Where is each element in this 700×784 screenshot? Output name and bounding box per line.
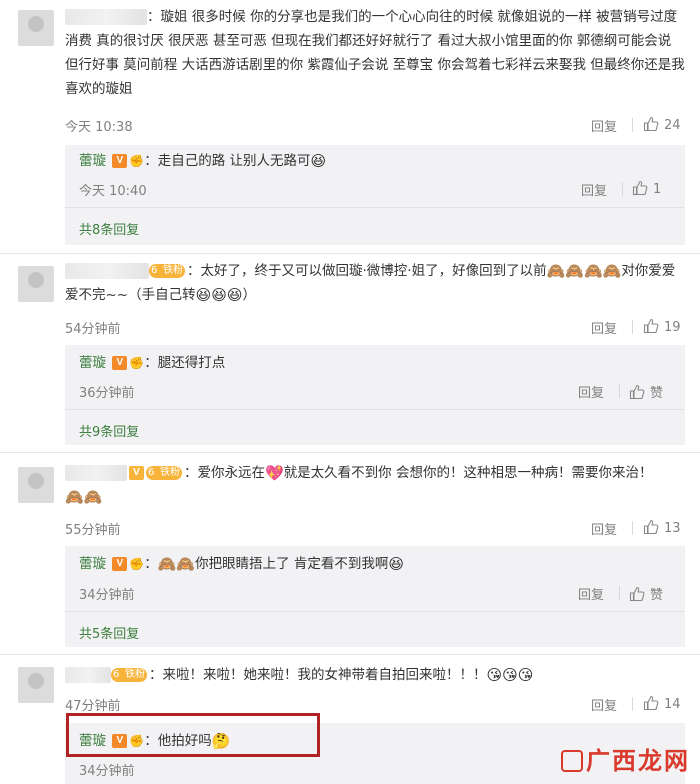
grinning-emoji: 😆 (310, 152, 327, 170)
reply-line: 蕾璇 V ✊：走自己的路 让别人无路可😆 (79, 152, 327, 170)
like-button[interactable]: 24 (643, 116, 681, 133)
thumbs-up-icon (643, 519, 659, 535)
reply-button[interactable]: 回复 (578, 382, 604, 401)
fist-icon: ✊ (129, 154, 145, 168)
grinning-emoji: 😆 (388, 555, 405, 573)
blurred-username[interactable] (65, 465, 127, 481)
reply-time: 36分钟前 (79, 386, 135, 401)
fan-badge: 铁粉 (146, 466, 182, 480)
like-button[interactable]: 赞 (629, 584, 663, 603)
divider (619, 586, 620, 600)
watermark: 广西龙网 (561, 741, 690, 776)
comment-time: 47分钟前 (65, 699, 121, 714)
heart-emoji: 💖 (265, 464, 284, 482)
blurred-username[interactable] (65, 9, 147, 25)
comment-text: 铁粉：太好了，终于又可以做回璇·微博控·姐了，好像回到了以前🙈🙈🙈🙈对你爱爱爱不… (65, 259, 685, 307)
reply-button[interactable]: 回复 (581, 180, 607, 199)
avatar[interactable] (18, 667, 54, 703)
shy-emoji: 🙈🙈🙈🙈 (546, 262, 622, 280)
reply-button[interactable]: 回复 (591, 519, 617, 538)
reply-time: 今天 10:40 (79, 184, 147, 199)
divider (632, 521, 633, 535)
divider (0, 452, 700, 453)
divider (632, 320, 633, 334)
divider (65, 207, 685, 208)
avatar[interactable] (18, 10, 54, 46)
watermark-logo-icon (561, 750, 583, 772)
divider (632, 697, 633, 711)
verified-badge: V (112, 356, 128, 370)
divider (632, 118, 633, 132)
fist-icon: ✊ (129, 356, 145, 370)
reply-time: 34分钟前 (79, 764, 135, 779)
blurred-username[interactable] (65, 667, 111, 683)
divider (0, 654, 700, 655)
verified-badge: V (112, 557, 128, 571)
reply-username[interactable]: 蕾璇 (79, 556, 106, 572)
more-replies-link[interactable]: 共9条回复 (79, 421, 139, 440)
comment-time: 今天 10:38 (65, 120, 133, 135)
reply-button[interactable]: 回复 (591, 116, 617, 135)
thumbs-up-icon (643, 116, 659, 132)
divider (619, 384, 620, 398)
reply-box: 蕾璇 V ✊：走自己的路 让别人无路可😆 今天 10:40 回复 1 共8条回复 (65, 145, 685, 245)
blurred-username[interactable] (65, 263, 149, 279)
avatar[interactable] (18, 467, 54, 503)
reply-username[interactable]: 蕾璇 (79, 153, 106, 169)
like-button[interactable]: 1 (632, 180, 661, 197)
fist-icon: ✊ (129, 557, 145, 571)
comment-time: 55分钟前 (65, 523, 121, 538)
reply-box: 蕾璇 V ✊：🙈🙈你把眼睛捂上了 肯定看不到我啊😆 34分钟前 回复 赞 共5条回… (65, 546, 685, 647)
comment-text: ：璇姐 很多时候 你的分享也是我们的一个心心向往的时候 就像姐说的一样 被营销号… (65, 9, 685, 97)
fan-badge: 铁粉 (149, 264, 185, 278)
reply-text: 你把眼睛捂上了 肯定看不到我啊 (195, 556, 389, 572)
thumbs-up-icon (629, 586, 645, 602)
comment-time: 54分钟前 (65, 322, 121, 337)
comment-text: 铁粉：来啦！来啦！她来啦！我的女神带着自拍回来啦！！！😘😘😘 (65, 663, 685, 687)
like-button[interactable]: 赞 (629, 382, 663, 401)
reply-time: 34分钟前 (79, 588, 135, 603)
reply-button[interactable]: 回复 (591, 695, 617, 714)
avatar[interactable] (18, 266, 54, 302)
reply-button[interactable]: 回复 (591, 318, 617, 337)
thumbs-up-icon (629, 384, 645, 400)
divider (622, 182, 623, 196)
highlight-box (66, 713, 320, 757)
reply-text: 腿还得打点 (157, 355, 226, 371)
comment-text: V铁粉：爱你永远在💖就是太久看不到你 会想你的！这种相思一种病！需要你来治！🙈🙈 (65, 461, 685, 509)
more-replies-link[interactable]: 共8条回复 (79, 219, 139, 238)
divider (65, 409, 685, 410)
like-button[interactable]: 13 (643, 519, 681, 536)
fan-badge: 铁粉 (111, 668, 147, 682)
verified-badge: V (129, 466, 144, 480)
reply-box: 蕾璇 V ✊：腿还得打点 36分钟前 回复 赞 共9条回复 (65, 345, 685, 445)
see-no-evil-monkey-emoji: 🙈🙈 (65, 488, 103, 506)
divider (0, 253, 700, 254)
thumbs-up-icon (632, 180, 648, 196)
reply-line: 蕾璇 V ✊：🙈🙈你把眼睛捂上了 肯定看不到我啊😆 (79, 555, 405, 573)
reply-text: 走自己的路 让别人无路可 (157, 153, 311, 169)
thumbs-up-icon (643, 318, 659, 334)
grinning-emoji: 😆😆😆 (195, 286, 243, 304)
reply-username[interactable]: 蕾璇 (79, 355, 106, 371)
reply-line: 蕾璇 V ✊：腿还得打点 (79, 352, 225, 374)
see-no-evil-monkey-emoji: 🙈🙈 (157, 555, 196, 573)
kiss-emoji: 😘😘😘 (486, 666, 534, 684)
like-button[interactable]: 14 (643, 695, 681, 712)
thumbs-up-icon (643, 695, 659, 711)
more-replies-link[interactable]: 共5条回复 (79, 623, 139, 642)
verified-badge: V (112, 154, 128, 168)
divider (65, 611, 685, 612)
reply-button[interactable]: 回复 (578, 584, 604, 603)
like-button[interactable]: 19 (643, 318, 681, 335)
